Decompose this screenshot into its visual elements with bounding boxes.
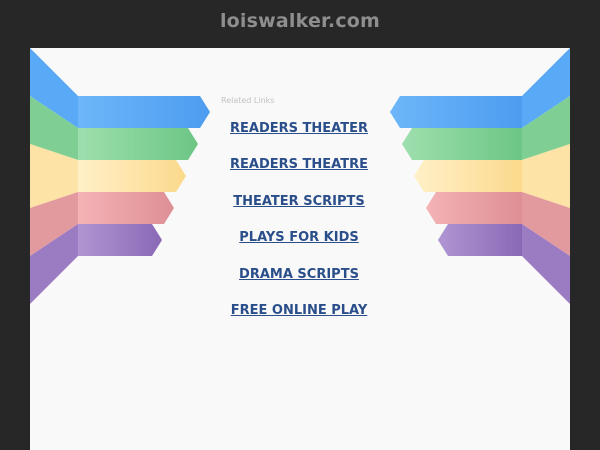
left-ribbon-purple <box>78 224 162 256</box>
link-theater-scripts[interactable]: THEATER SCRIPTS <box>233 194 364 209</box>
list-item: DRAMA SCRIPTS <box>160 263 438 299</box>
list-item: FREE ONLINE PLAY <box>160 299 438 335</box>
link-readers-theatre[interactable]: READERS THEATRE <box>230 157 368 172</box>
list-item: PLAYS FOR KIDS <box>160 226 438 262</box>
link-plays-for-kids[interactable]: PLAYS FOR KIDS <box>239 230 358 245</box>
right-ribbon-red <box>426 192 522 224</box>
link-readers-theater[interactable]: READERS THEATER <box>230 121 368 136</box>
link-free-online-play[interactable]: FREE ONLINE PLAY <box>231 303 368 318</box>
right-ribbon-purple <box>438 224 522 256</box>
link-drama-scripts[interactable]: DRAMA SCRIPTS <box>239 267 359 282</box>
related-links-label: Related Links <box>221 96 275 105</box>
list-item: THEATER SCRIPTS <box>160 190 438 226</box>
site-domain-title: loiswalker.com <box>219 10 381 32</box>
content-panel: Related Links READERS THEATER READERS TH… <box>30 48 570 450</box>
list-item: READERS THEATER <box>160 117 438 153</box>
list-item: READERS THEATRE <box>160 153 438 189</box>
related-links-list: READERS THEATER READERS THEATRE THEATER … <box>160 117 438 335</box>
